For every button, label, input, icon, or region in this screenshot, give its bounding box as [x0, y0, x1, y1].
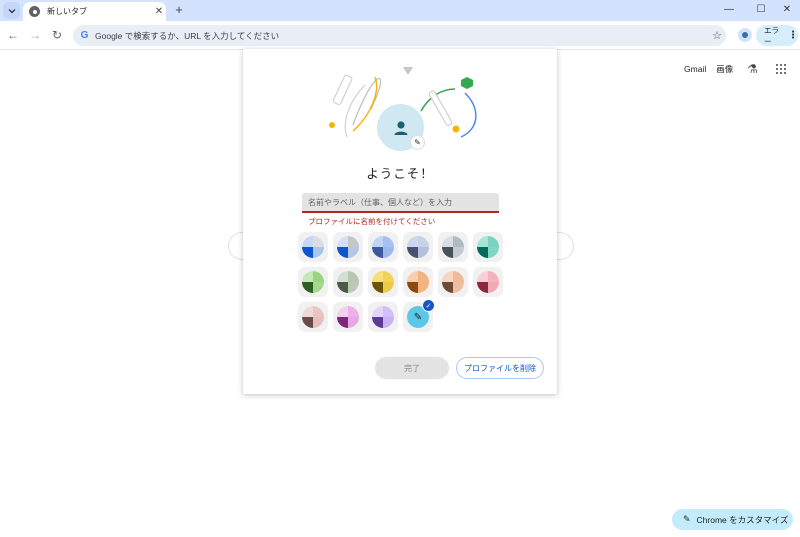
flask-icon[interactable]: ⚗ [747, 62, 758, 76]
color-swatch-circle [407, 236, 429, 258]
close-window-button[interactable]: ✕ [770, 0, 800, 21]
color-swatch-circle [372, 271, 394, 293]
profile-customization-dialog: ✎ ようこそ！ プロファイルに名前を付けてください ✎✓ 完了 プロファイルを削… [243, 49, 557, 394]
ntp-header-links: Gmail 画像 ⚗ [684, 62, 786, 76]
color-swatch-circle [337, 236, 359, 258]
color-swatch-circle [442, 236, 464, 258]
color-swatch[interactable] [403, 232, 433, 262]
omnibox-text[interactable]: Google で検索するか、URL を入力してください [95, 30, 708, 42]
color-swatch[interactable] [298, 267, 328, 297]
back-button[interactable]: ← [5, 27, 21, 43]
person-icon [394, 120, 407, 135]
color-swatch[interactable] [438, 232, 468, 262]
gmail-link[interactable]: Gmail [684, 64, 706, 74]
color-swatch-circle [477, 236, 499, 258]
color-swatch[interactable] [368, 302, 398, 332]
color-swatch-circle [302, 306, 324, 328]
minimize-button[interactable]: — [712, 0, 746, 21]
color-swatch[interactable] [298, 232, 328, 262]
color-swatch[interactable] [438, 267, 468, 297]
name-error-message: プロファイルに名前を付けてください [308, 217, 436, 226]
color-swatch-circle [372, 306, 394, 328]
tab-new-tab[interactable]: 新しいタブ ✕ [23, 2, 166, 21]
images-link[interactable]: 画像 [716, 63, 733, 75]
color-swatch-circle [337, 306, 359, 328]
color-swatch[interactable] [368, 232, 398, 262]
omnibox[interactable]: G Google で検索するか、URL を入力してください ☆ [73, 25, 726, 46]
tab-search-button[interactable] [3, 2, 20, 19]
customize-chrome-button[interactable]: ✎ Chrome をカスタマイズ [672, 509, 793, 530]
error-chip-label: エラー [764, 25, 779, 46]
done-button[interactable]: 完了 [375, 357, 449, 379]
color-swatch[interactable] [403, 267, 433, 297]
error-chip[interactable]: エラー ⋮ [756, 25, 798, 46]
person-icon [742, 32, 748, 38]
chevron-down-icon [8, 8, 15, 13]
toolbar: ← → ↻ G Google で検索するか、URL を入力してください ☆ エラ… [0, 21, 800, 50]
color-swatch[interactable] [298, 302, 328, 332]
custom-color-swatch[interactable]: ✎ ✓ [403, 299, 435, 332]
reload-button[interactable]: ↻ [49, 27, 65, 43]
color-swatch-circle [302, 236, 324, 258]
color-swatch-circle [477, 271, 499, 293]
color-swatch-circle [407, 271, 429, 293]
google-icon: G [80, 30, 89, 41]
tab-close-icon[interactable]: ✕ [152, 6, 166, 17]
checkmark-icon: ✓ [422, 299, 435, 312]
color-swatch[interactable] [333, 232, 363, 262]
customize-label: Chrome をカスタマイズ [696, 514, 789, 525]
welcome-title: ようこそ！ [366, 167, 434, 181]
new-tab-button[interactable]: + [172, 2, 186, 18]
color-swatch-circle [442, 271, 464, 293]
eyedropper-icon: ✎ [413, 311, 423, 323]
color-swatch[interactable] [333, 267, 363, 297]
menu-dots-icon: ⋮ [788, 30, 798, 41]
pencil-icon: ✎ [414, 138, 421, 147]
ntp-search-box-edge-right [556, 232, 574, 260]
tab-strip: 新しいタブ ✕ + — ☐ ✕ [0, 0, 800, 21]
forward-button[interactable]: → [27, 27, 43, 43]
color-swatch[interactable] [473, 232, 503, 262]
profile-name-input[interactable] [302, 193, 499, 213]
tab-title: 新しいタブ [47, 7, 87, 16]
grid-icon[interactable] [776, 64, 786, 74]
color-swatch-circle [337, 271, 359, 293]
edit-avatar-button[interactable]: ✎ [410, 135, 425, 150]
pencil-icon: ✎ [683, 514, 691, 524]
color-swatch[interactable] [368, 267, 398, 297]
color-swatch[interactable] [333, 302, 363, 332]
color-swatch[interactable] [473, 267, 503, 297]
color-swatch-circle [302, 271, 324, 293]
color-swatch-circle [372, 236, 394, 258]
profile-button[interactable] [738, 28, 752, 42]
chrome-icon [29, 6, 40, 17]
bookmark-star-icon[interactable]: ☆ [708, 29, 726, 42]
theme-color-picker: ✎ ✓ [298, 232, 508, 332]
delete-profile-button[interactable]: プロファイルを削除 [456, 357, 544, 379]
